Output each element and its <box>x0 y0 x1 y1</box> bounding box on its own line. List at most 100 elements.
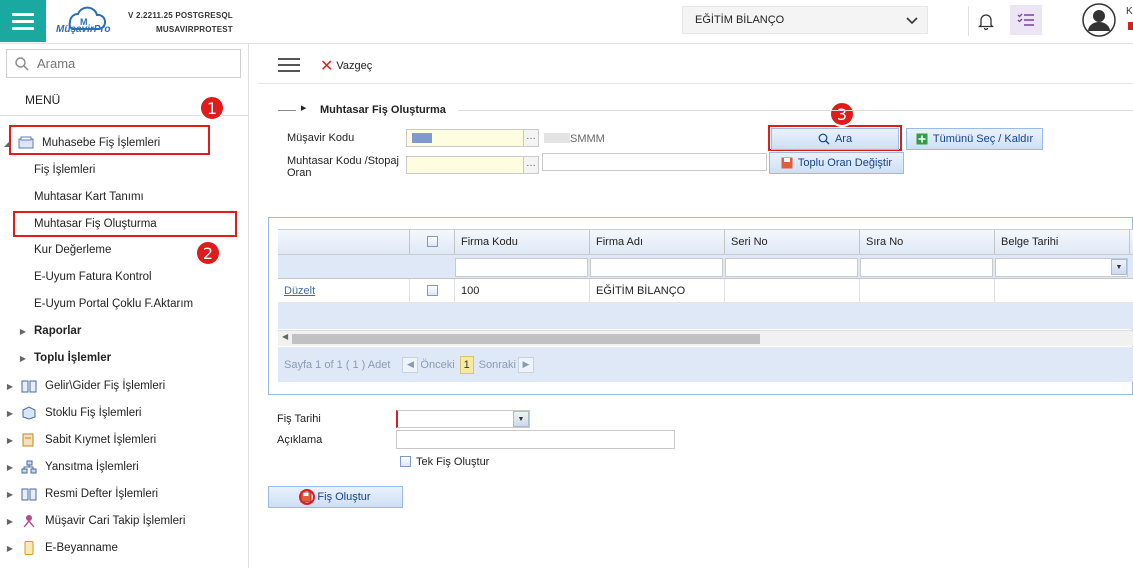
sidebar-item-raporlar[interactable]: ▶ Raporlar <box>0 321 248 341</box>
header-select-all[interactable] <box>409 230 455 254</box>
grid-header: Firma Kodu Firma Adı Seri No Sıra No Bel… <box>278 229 1133 255</box>
save-icon <box>781 157 793 169</box>
menu-title: MENÜ <box>25 93 61 107</box>
caret-right-icon: ▶ <box>6 489 14 499</box>
bulk-rate-label: Toplu Oran Değiştir <box>797 157 893 169</box>
col-sira-no[interactable]: Sıra No <box>859 230 995 254</box>
sidebar-item-muhtasar-kart[interactable]: Muhtasar Kart Tanımı <box>0 187 248 207</box>
fis-tarihi-label: Fiş Tarihi <box>277 413 321 425</box>
bulk-rate-button[interactable]: Toplu Oran Değiştir <box>769 152 904 174</box>
next-page-label[interactable]: Sonraki <box>479 359 516 371</box>
sidebar-item-e-beyanname[interactable]: ▶ E-Beyanname <box>0 538 248 558</box>
user-icon <box>1082 3 1116 37</box>
sidebar-item-label: E-Beyanname <box>45 542 118 554</box>
tek-fis-label: Tek Fiş Oluştur <box>416 456 490 468</box>
filter-firma-adi[interactable] <box>590 258 723 277</box>
sidebar-item-gelir-gider[interactable]: ▶ Gelir\Gider Fiş İşlemleri <box>0 376 248 396</box>
hamburger-icon-bar <box>278 70 300 72</box>
checkbox-icon <box>427 236 438 247</box>
caret-right-icon: ▶ <box>6 408 14 418</box>
sidebar-item-stoklu[interactable]: ▶ Stoklu Fiş İşlemleri <box>0 403 248 423</box>
filter-seri-no[interactable] <box>725 258 858 277</box>
sidebar-item-label: Stoklu Fiş İşlemleri <box>45 407 142 419</box>
horizontal-scrollbar[interactable]: ◀ <box>278 330 1133 346</box>
main-menu-toggle[interactable] <box>0 0 46 42</box>
caret-right-icon: ▶ <box>6 381 14 391</box>
scroll-left-icon[interactable]: ◀ <box>282 332 288 341</box>
person-icon <box>23 515 35 528</box>
asset-icon <box>22 433 34 447</box>
current-page[interactable]: 1 <box>459 355 474 374</box>
musavir-lookup-button[interactable]: … <box>523 129 539 147</box>
annotation-box-1 <box>9 125 210 155</box>
edit-link[interactable]: Düzelt <box>278 279 409 303</box>
sidebar-item-resmi-defter[interactable]: ▶ Resmi Defter İşlemleri <box>0 484 248 504</box>
prev-page-label[interactable]: Önceki <box>420 359 454 371</box>
tasks-button[interactable] <box>1010 5 1042 35</box>
user-name-edge: K <box>1126 6 1133 17</box>
add-icon <box>916 133 928 145</box>
aciklama-input[interactable] <box>396 430 675 449</box>
notifications-button[interactable] <box>968 6 1002 36</box>
cell-firma-adi: EĞİTİM BİLANÇO <box>589 279 725 303</box>
col-firma-kodu[interactable]: Firma Kodu <box>454 230 590 254</box>
grid-empty-area <box>278 303 1133 329</box>
prev-page-icon[interactable]: ◀ <box>402 356 419 373</box>
cancel-button[interactable]: ✕ Vazgeç <box>320 56 372 75</box>
filter-firma-kodu[interactable] <box>455 258 588 277</box>
sidebar-item-yansitma[interactable]: ▶ Yansıtma İşlemleri <box>0 457 248 477</box>
aciklama-label: Açıklama <box>277 434 323 446</box>
cancel-label: Vazgeç <box>336 59 373 72</box>
muhtasar-kodu-label-2: Oran <box>287 167 312 179</box>
scroll-thumb[interactable] <box>292 334 760 344</box>
edit-link-label[interactable]: Düzelt <box>284 285 315 297</box>
pager: Sayfa 1 of 1 ( 1 ) Adet ◀ Önceki 1 Sonra… <box>278 347 1133 382</box>
sidebar-item-sabit-kiymet[interactable]: ▶ Sabit Kıymet İşlemleri <box>0 430 248 450</box>
company-select-value: EĞİTİM BİLANÇO <box>695 14 785 26</box>
sidebar-item-fis-islemleri[interactable]: Fiş İşlemleri <box>0 160 248 180</box>
caret-right-icon: ▶ <box>6 435 14 445</box>
caret-right-icon: ▶ <box>6 516 14 526</box>
row-select[interactable] <box>409 279 455 303</box>
sidebar-item-label: Toplu İşlemler <box>34 352 112 364</box>
col-belge-tarihi[interactable]: Belge Tarihi <box>994 230 1130 254</box>
chevron-down-icon[interactable]: ▼ <box>1111 259 1127 275</box>
filter-sira-no[interactable] <box>860 258 993 277</box>
sidebar-search[interactable] <box>6 49 241 78</box>
sidebar-item-toplu[interactable]: ▶ Toplu İşlemler <box>0 348 248 368</box>
col-firma-adi[interactable]: Firma Adı <box>589 230 725 254</box>
chevron-down-icon[interactable]: ▼ <box>513 411 529 427</box>
search-input[interactable] <box>37 56 227 71</box>
hamburger-icon-bar <box>278 64 300 66</box>
sidebar-item-portal-aktarim[interactable]: E-Uyum Portal Çoklu F.Aktarım <box>0 294 248 314</box>
search-button[interactable]: Ara <box>771 128 899 150</box>
sidebar-item-label: Sabit Kıymet İşlemleri <box>45 434 157 446</box>
book-icon <box>21 488 37 501</box>
collapse-caret-icon[interactable]: ▶ <box>301 104 306 112</box>
sidebar-item-cari-takip[interactable]: ▶ Müşavir Cari Takip İşlemleri <box>0 511 248 531</box>
filter-belge-tarihi[interactable]: ▼ <box>995 258 1128 277</box>
version-label: V 2.2211.25 POSTGRESQL <box>128 11 233 20</box>
fis-tarihi-input[interactable]: ▼ <box>396 410 530 428</box>
user-avatar[interactable] <box>1082 3 1116 37</box>
tenant-label: MUSAVIRPROTEST <box>156 25 233 34</box>
caret-right-icon: ▶ <box>6 543 14 553</box>
col-seri-no[interactable]: Seri No <box>724 230 860 254</box>
next-page-icon[interactable]: ▶ <box>517 356 534 373</box>
muhtasar-kodu-label: Muhtasar Kodu /Stopaj <box>287 155 399 167</box>
caret-right-icon: ▶ <box>19 353 27 363</box>
select-all-button[interactable]: Tümünü Seç / Kaldır <box>906 128 1043 150</box>
stopaj-oran-input[interactable] <box>542 153 767 171</box>
content-menu-toggle[interactable] <box>278 58 300 72</box>
create-fis-button[interactable]: Fiş Oluştur <box>268 486 403 508</box>
annotation-badge-1: 1 <box>199 95 225 121</box>
muhtasar-kodu-input[interactable] <box>406 156 526 174</box>
toolbar-divider <box>258 83 1133 84</box>
muhtasar-lookup-button[interactable]: … <box>523 156 539 174</box>
table-row[interactable]: Düzelt 100 EĞİTİM BİLANÇO <box>278 279 1133 303</box>
grid-filter-row: ▼ <box>278 255 1133 279</box>
company-select[interactable]: EĞİTİM BİLANÇO <box>682 6 928 34</box>
sidebar-item-fatura-kontrol[interactable]: E-Uyum Fatura Kontrol <box>0 267 248 287</box>
tek-fis-checkbox[interactable] <box>400 456 411 467</box>
sidebar-item-label: E-Uyum Portal Çoklu F.Aktarım <box>34 298 194 310</box>
